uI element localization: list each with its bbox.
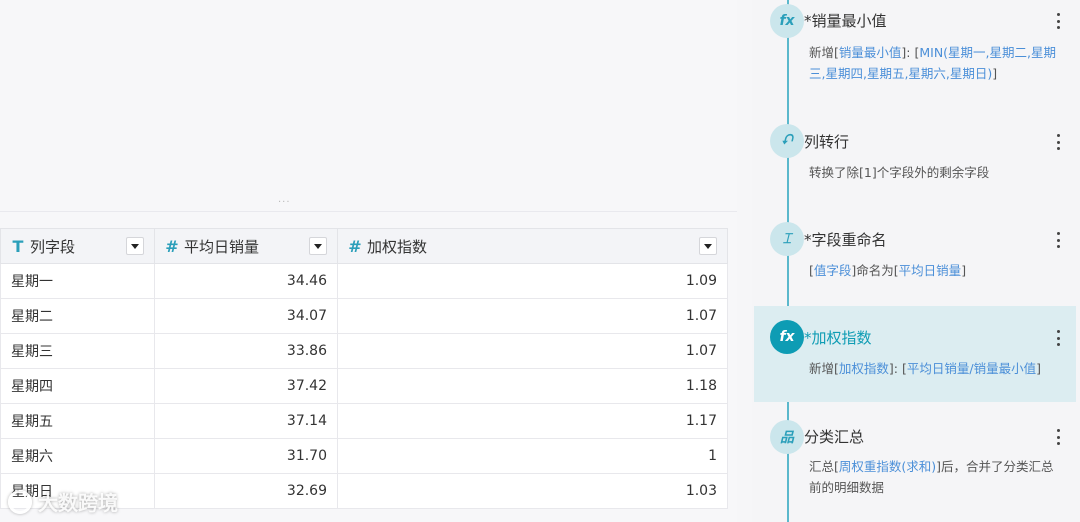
step-title: *加权指数 [804, 329, 872, 347]
split-handle[interactable]: ... [278, 194, 291, 205]
group-summary-icon: 品 [770, 420, 804, 454]
table-cell[interactable]: 星期三 [0, 333, 155, 369]
caret-down-icon [131, 243, 139, 249]
table-row: 星期三 33.86 1.07 [0, 333, 728, 369]
table-cell[interactable]: 31.70 [154, 438, 338, 474]
step-description: 新增[销量最小值]: [MIN(星期一,星期二,星期三,星期四,星期五,星期六,… [809, 45, 1057, 81]
more-options-icon[interactable] [1056, 13, 1060, 29]
table-body: 星期一 34.46 1.09 星期二 34.07 1.07 星期三 33.86 1.07 星期四 3… [0, 263, 728, 509]
number-type-icon: # [348, 236, 362, 256]
step-item[interactable]: ⌶ *字段重命名 [值字段]命名为[平均日销量] [754, 220, 1076, 304]
column-dropdown-button[interactable] [699, 237, 717, 255]
column-header[interactable]: # 平均日销量 [154, 228, 338, 264]
column-header[interactable]: T 列字段 [0, 228, 155, 264]
table-cell[interactable]: 1 [337, 438, 728, 474]
table-cell[interactable]: 34.46 [154, 263, 338, 299]
step-title: 分类汇总 [804, 428, 865, 446]
column-dropdown-button[interactable] [126, 237, 144, 255]
number-type-icon: # [165, 236, 179, 256]
more-options-icon[interactable] [1056, 330, 1060, 346]
split-divider [0, 211, 737, 212]
table-cell[interactable]: 1.09 [337, 263, 728, 299]
more-options-icon[interactable] [1056, 232, 1060, 248]
more-options-icon[interactable] [1056, 429, 1060, 445]
column-dropdown-button[interactable] [309, 237, 327, 255]
table-row: 星期六 31.70 1 [0, 438, 728, 474]
step-description: 转换了除[1]个字段外的剩余字段 [809, 165, 990, 180]
table-row: 星期四 37.42 1.18 [0, 368, 728, 404]
rename-field-icon: ⌶ [770, 222, 804, 256]
formula-icon: fx [770, 320, 804, 354]
step-title: *字段重命名 [804, 231, 887, 249]
caret-down-icon [314, 243, 322, 249]
table-cell[interactable]: 星期六 [0, 438, 155, 474]
table-cell[interactable]: 星期一 [0, 263, 155, 299]
table-cell[interactable]: 37.14 [154, 403, 338, 439]
column-to-row-icon: ⮏ [770, 124, 804, 158]
table-cell[interactable]: 星期五 [0, 403, 155, 439]
step-item[interactable]: ⮏ 列转行转换了除[1]个字段外的剩余字段 [754, 122, 1076, 202]
table-header-row: T 列字段 # 平均日销量 # 加权指数 [0, 228, 728, 264]
more-options-icon[interactable] [1056, 134, 1060, 150]
table-row: 星期一 34.46 1.09 [0, 263, 728, 299]
step-description: 汇总[周权重指数(求和)]后，合并了分类汇总前的明细数据 [809, 459, 1054, 495]
column-header-label: 平均日销量 [184, 237, 260, 256]
column-header-label: 列字段 [30, 237, 76, 256]
table-cell[interactable]: 1.18 [337, 368, 728, 404]
column-header[interactable]: # 加权指数 [337, 228, 728, 264]
table-cell[interactable]: 37.42 [154, 368, 338, 404]
step-item[interactable]: 品分类汇总汇总[周权重指数(求和)]后，合并了分类汇总前的明细数据 [754, 418, 1076, 518]
step-title: *销量最小值 [804, 12, 887, 30]
table-cell[interactable]: 1.07 [337, 298, 728, 334]
step-title: 列转行 [804, 133, 850, 151]
data-table: T 列字段 # 平均日销量 # 加权指数 星期一 34.46 1.09 星期二 … [0, 228, 728, 509]
preview-area: ... T 列字段 # 平均日销量 # 加权指数 星期一 34.46 1.09 … [0, 0, 737, 522]
table-cell[interactable]: 34.07 [154, 298, 338, 334]
step-description: [值字段]命名为[平均日销量] [809, 263, 967, 278]
table-cell[interactable]: 1.17 [337, 403, 728, 439]
table-row: 星期五 37.14 1.17 [0, 403, 728, 439]
watermark-logo-icon [8, 489, 32, 514]
step-description: 新增[加权指数]: [平均日销量/销量最小值] [809, 361, 1041, 376]
watermark: 大数跨境 [8, 487, 118, 516]
table-cell[interactable]: 1.03 [337, 473, 728, 509]
steps-panel: fx *销量最小值 新增[销量最小值]: [MIN(星期一,星期二,星期三,星期四,… [752, 0, 1080, 522]
caret-down-icon [704, 243, 712, 249]
watermark-text: 大数跨境 [38, 491, 118, 515]
step-item[interactable]: fx *销量最小值新增[销量最小值]: [MIN(星期一,星期二,星期三,星期四,… [754, 0, 1076, 100]
column-header-label: 加权指数 [367, 237, 428, 256]
step-item[interactable]: fx *加权指数新增[加权指数]: [平均日销量/销量最小值] [754, 306, 1076, 402]
text-type-icon: T [12, 236, 24, 256]
table-cell[interactable]: 星期四 [0, 368, 155, 404]
table-row: 星期二 34.07 1.07 [0, 298, 728, 334]
table-cell[interactable]: 33.86 [154, 333, 338, 369]
formula-icon: fx [770, 4, 804, 38]
table-cell[interactable]: 星期二 [0, 298, 155, 334]
table-cell[interactable]: 1.07 [337, 333, 728, 369]
table-cell[interactable]: 32.69 [154, 473, 338, 509]
